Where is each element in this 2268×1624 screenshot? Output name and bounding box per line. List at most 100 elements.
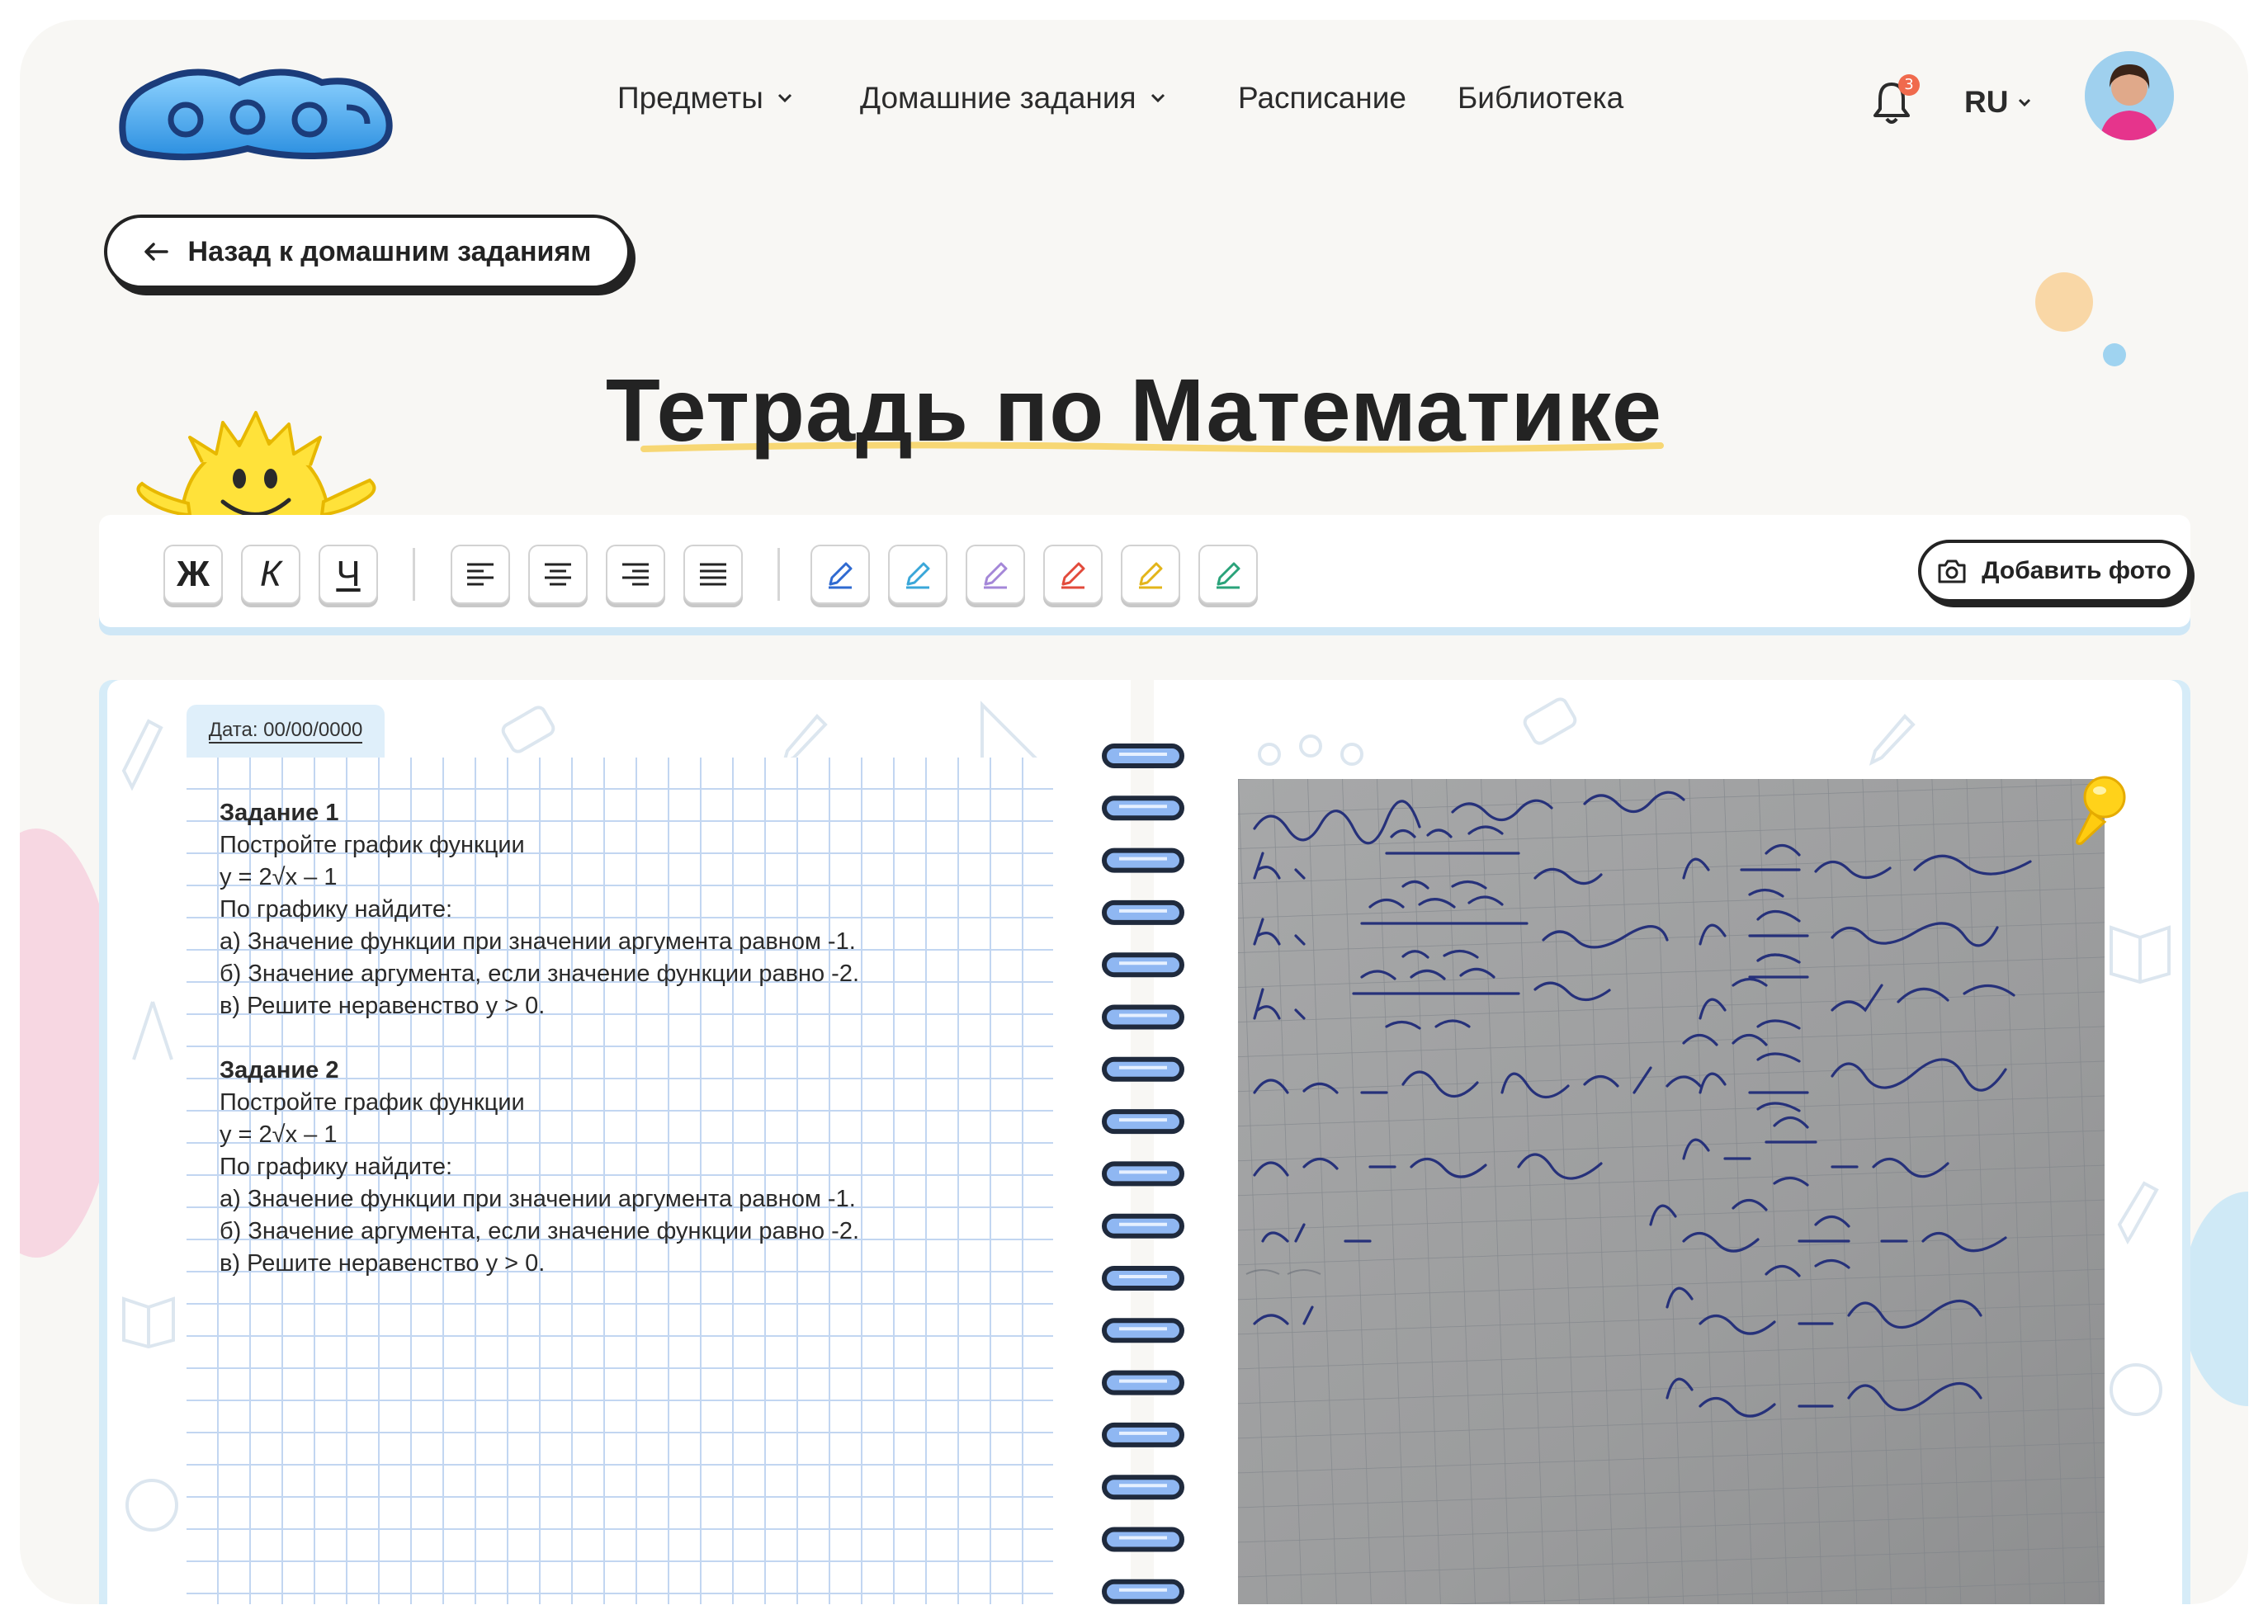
add-photo-label: Добавить фото: [1982, 557, 2171, 584]
align-justify-icon: [700, 563, 726, 586]
task-line: Постройте график функции: [220, 1089, 525, 1116]
chevron-down-icon: [777, 93, 791, 103]
add-photo-button[interactable]: Добавить фото: [1918, 540, 2190, 602]
nav-item-label: Библиотека: [1458, 81, 1624, 115]
back-to-homework-button[interactable]: Назад к домашним заданиям: [104, 215, 631, 289]
spiral-ring: [1102, 952, 1184, 978]
task-line: в) Решите неравенство y > 0.: [220, 1250, 546, 1277]
spiral-ring: [1102, 1318, 1184, 1343]
attached-homework-photo[interactable]: [1238, 779, 2105, 1604]
align-justify-button[interactable]: [683, 545, 743, 604]
pen-red-button[interactable]: [1043, 545, 1103, 604]
spiral-ring: [1102, 1213, 1184, 1239]
book-doodle-icon: [122, 1296, 175, 1348]
task-line: Постройте график функции: [220, 832, 525, 858]
align-center-icon: [545, 563, 571, 586]
toolbar-divider: [777, 548, 780, 601]
task-line: в) Решите неравенство y > 0.: [220, 993, 546, 1019]
pencil-doodle-icon: [1869, 714, 1916, 766]
spiral-ring: [1102, 1109, 1184, 1135]
task-line: б) Значение аргумента, если значение фун…: [220, 961, 860, 987]
task-line: б) Значение аргумента, если значение фун…: [220, 1218, 860, 1244]
notebook: Дата: 00/00/0000 Задание 1 Постройте гра…: [99, 680, 2190, 1604]
language-selector[interactable]: RU: [1964, 78, 2033, 127]
spiral-ring: [1102, 847, 1184, 873]
task-block: Задание 2 Постройте график функции y = 2…: [220, 1055, 859, 1280]
notification-badge: 3: [1898, 74, 1920, 96]
task-line: По графику найдите:: [220, 896, 453, 923]
pencil-icon: [984, 562, 1008, 589]
nav-item-library[interactable]: Библиотека: [1458, 73, 1623, 123]
eraser-doodle-icon: [1523, 697, 1577, 745]
app-window: Предметы Домашние задания Расписание Биб…: [20, 20, 2248, 1604]
back-button-label: Назад к домашним заданиям: [187, 235, 592, 267]
pushpin-icon: [2076, 776, 2126, 845]
compass-doodle-icon: [132, 1001, 173, 1060]
align-right-button[interactable]: [606, 545, 665, 604]
pen-blue-button[interactable]: [810, 545, 870, 604]
bubbles-doodle-icon: [1258, 734, 1363, 766]
spiral-ring: [1102, 795, 1184, 821]
align-center-button[interactable]: [528, 545, 588, 604]
spiral-ring: [1102, 1161, 1184, 1187]
pencil-icon: [906, 562, 930, 589]
chevron-down-icon: [1151, 93, 1165, 103]
decor-dot-orange: [2035, 272, 2093, 332]
nav-item-homework[interactable]: Домашние задания: [860, 73, 1166, 123]
pencil-doodle-icon: [2117, 1181, 2159, 1245]
align-right-icon: [622, 563, 649, 586]
chevron-down-icon: [2019, 98, 2031, 107]
task-line: а) Значение функции при значении аргумен…: [220, 1186, 856, 1212]
pen-lightblue-button[interactable]: [888, 545, 947, 604]
editor-toolbar: Ж К Ч Добавить фото: [99, 515, 2190, 627]
spiral-ring: [1102, 1475, 1184, 1500]
task-block: Задание 1 Постройте график функции y = 2…: [220, 797, 859, 1022]
nav-item-label: Домашние задания: [860, 81, 1136, 115]
decor-blob-blue: [2182, 1192, 2248, 1406]
spiral-ring: [1102, 1266, 1184, 1291]
pen-green-button[interactable]: [1198, 545, 1258, 604]
spiral-ring: [1102, 1370, 1184, 1395]
grid-paper[interactable]: Задание 1 Постройте график функции y = 2…: [187, 758, 1053, 1604]
italic-button[interactable]: К: [241, 545, 300, 604]
globe-doodle-icon: [125, 1479, 178, 1532]
brand-logo[interactable]: [107, 50, 404, 173]
arrow-left-icon: [144, 243, 168, 261]
camera-icon: [1938, 559, 1966, 583]
nav-item-subjects[interactable]: Предметы: [617, 73, 793, 123]
pen-yellow-button[interactable]: [1121, 545, 1180, 604]
pencil-icon: [1217, 562, 1240, 589]
pencil-doodle-icon: [121, 719, 163, 791]
task-title: Задание 2: [220, 1057, 339, 1083]
task-line: y = 2√x – 1: [220, 1121, 338, 1148]
underline-button[interactable]: Ч: [319, 545, 378, 604]
toolbar-divider: [413, 548, 415, 601]
eraser-doodle-icon: [501, 706, 555, 753]
align-left-icon: [467, 563, 494, 586]
spiral-binding: [1102, 744, 1184, 1604]
language-label: RU: [1964, 85, 2009, 119]
pencil-icon: [829, 562, 853, 589]
nav-item-label: Предметы: [617, 81, 763, 115]
avatar[interactable]: [2085, 51, 2174, 140]
book-doodle-icon: [2110, 925, 2171, 984]
align-left-button[interactable]: [451, 545, 510, 604]
spiral-ring: [1102, 1004, 1184, 1030]
spiral-ring: [1102, 1527, 1184, 1552]
pen-purple-button[interactable]: [966, 545, 1025, 604]
date-label: Дата: 00/00/0000: [208, 719, 363, 744]
spiral-ring: [1102, 899, 1184, 925]
nav-item-schedule[interactable]: Расписание: [1238, 73, 1406, 123]
nav-item-label: Расписание: [1238, 81, 1406, 115]
pencil-icon: [1139, 562, 1163, 589]
task-line: y = 2√x – 1: [220, 864, 338, 890]
date-tab[interactable]: Дата: 00/00/0000: [187, 705, 385, 758]
globe-doodle-icon: [2110, 1363, 2162, 1416]
task-line: По графику найдите:: [220, 1154, 453, 1180]
spiral-ring: [1102, 1579, 1184, 1604]
spiral-ring: [1102, 744, 1184, 768]
task-title: Задание 1: [220, 800, 339, 826]
task-line: а) Значение функции при значении аргумен…: [220, 928, 856, 955]
bold-button[interactable]: Ж: [163, 545, 223, 604]
spiral-ring: [1102, 1422, 1184, 1447]
